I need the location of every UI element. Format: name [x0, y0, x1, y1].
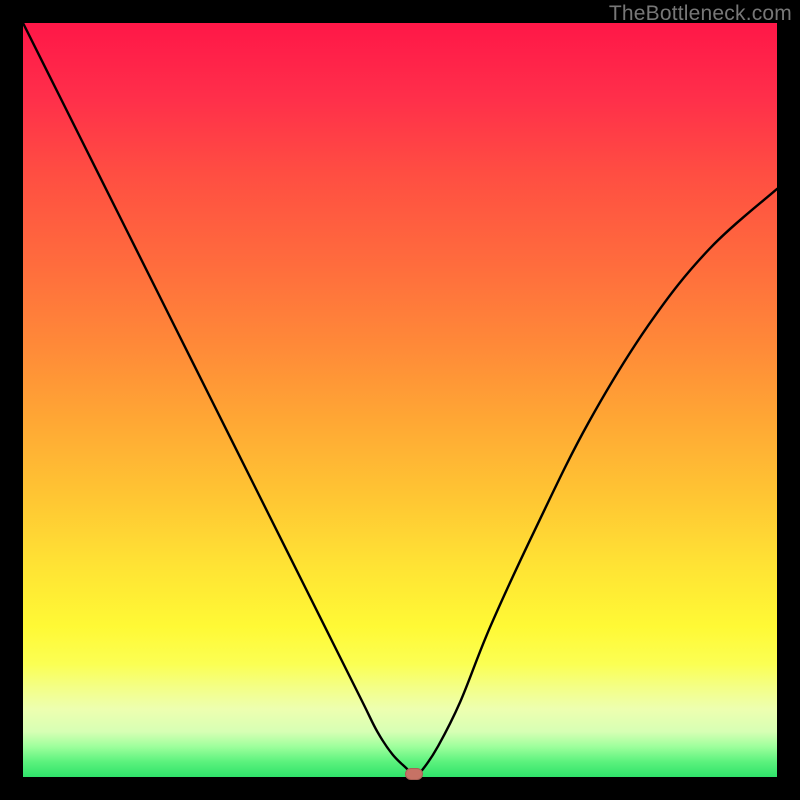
chart-frame: TheBottleneck.com	[0, 0, 800, 800]
optimal-point-marker	[405, 768, 423, 780]
bottleneck-curve	[23, 23, 777, 777]
plot-area	[23, 23, 777, 777]
